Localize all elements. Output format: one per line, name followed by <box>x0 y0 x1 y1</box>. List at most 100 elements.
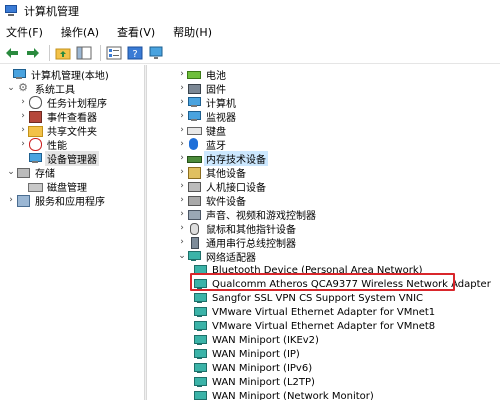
tree-item-label: 事件查看器 <box>47 112 97 124</box>
expand-arrow <box>18 151 28 165</box>
device-category-label: 鼠标和其他指针设备 <box>206 224 296 236</box>
expand-arrow[interactable]: › <box>177 67 187 81</box>
collapse-arrow[interactable]: ⌄ <box>6 81 16 95</box>
tree-item-event-viewer[interactable]: › 事件查看器 <box>18 109 99 124</box>
computer-icon <box>187 96 201 108</box>
tree-item-performance[interactable]: › 性能 <box>18 137 69 152</box>
up-level-button[interactable] <box>54 44 72 62</box>
shared-folder-icon <box>28 124 43 137</box>
network-adapter-item[interactable]: WAN Miniport (L2TP) <box>193 375 317 389</box>
tree-item-storage[interactable]: ⌄ 存储 <box>6 165 57 180</box>
menu-file[interactable]: 文件(F) <box>4 23 45 41</box>
expand-arrow[interactable]: › <box>177 221 187 235</box>
network-adapter-item[interactable]: Sangfor SSL VPN CS Support System VNIC <box>193 291 425 305</box>
tree-item-services-applications[interactable]: › 服务和应用程序 <box>6 193 107 208</box>
device-category-batteries[interactable]: › 电池 <box>177 67 228 82</box>
network-adapter-label: WAN Miniport (Network Monitor) <box>212 390 374 400</box>
expand-arrow[interactable]: › <box>177 235 187 249</box>
device-category-software-devices[interactable]: › 软件设备 <box>177 193 248 208</box>
speaker-icon <box>187 208 201 220</box>
device-category-mice[interactable]: › 鼠标和其他指针设备 <box>177 221 298 236</box>
computer-icon <box>12 68 26 80</box>
device-category-bluetooth[interactable]: › 蓝牙 <box>177 137 228 152</box>
network-adapter-label: WAN Miniport (IKEv2) <box>212 334 319 346</box>
device-tree: › 电池 › 固件 › 计算机 › 监视器 › 键盘 › 蓝牙 › 内存技术设备… <box>147 65 500 400</box>
tree-item-label: 设备管理器 <box>45 150 99 166</box>
network-adapter-icon <box>193 334 207 346</box>
expand-arrow[interactable]: › <box>177 179 187 193</box>
tools-icon: ⚙ <box>18 81 28 94</box>
tree-item-system-tools[interactable]: ⌄ ⚙ 系统工具 <box>6 81 77 96</box>
device-category-keyboards[interactable]: › 键盘 <box>177 123 228 138</box>
expand-arrow[interactable]: › <box>177 95 187 109</box>
device-category-label: 计算机 <box>206 98 236 110</box>
expand-arrow[interactable]: › <box>177 81 187 95</box>
expand-arrow[interactable]: › <box>177 151 187 165</box>
expand-arrow[interactable]: › <box>18 109 28 123</box>
network-adapter-item[interactable]: VMware Virtual Ethernet Adapter for VMne… <box>193 319 437 333</box>
properties-icon <box>106 46 122 59</box>
network-adapter-label: Sangfor SSL VPN CS Support System VNIC <box>212 292 424 304</box>
device-manager-icon <box>28 152 42 164</box>
show-hide-console-tree-button[interactable] <box>75 44 93 62</box>
tree-item-computer-management[interactable]: 计算机管理(本地) <box>2 67 111 82</box>
expand-arrow[interactable]: › <box>177 137 187 151</box>
scan-hardware-button[interactable] <box>147 44 165 62</box>
device-category-monitors[interactable]: › 监视器 <box>177 109 238 124</box>
device-category-hid[interactable]: › 人机接口设备 <box>177 179 268 194</box>
network-adapter-item[interactable]: VMware Virtual Ethernet Adapter for VMne… <box>193 305 437 319</box>
tree-item-device-manager[interactable]: 设备管理器 <box>18 150 99 166</box>
network-adapter-item[interactable]: WAN Miniport (Network Monitor) <box>193 389 376 400</box>
properties-button[interactable] <box>105 44 123 62</box>
tree-item-shared-folders[interactable]: › 共享文件夹 <box>18 123 99 138</box>
expand-arrow[interactable]: › <box>18 123 28 137</box>
tree-item-disk-management[interactable]: 磁盘管理 <box>18 179 89 194</box>
device-category-firmware[interactable]: › 固件 <box>177 81 228 96</box>
network-adapter-label: WAN Miniport (IPv6) <box>212 362 313 374</box>
expand-arrow[interactable]: › <box>177 109 187 123</box>
collapse-arrow[interactable]: ⌄ <box>177 249 187 263</box>
expand-arrow[interactable]: › <box>18 137 28 151</box>
expand-arrow[interactable]: › <box>177 165 187 179</box>
network-adapter-item[interactable]: WAN Miniport (IKEv2) <box>193 333 321 347</box>
network-adapter-icon <box>193 320 207 332</box>
forward-button[interactable] <box>24 44 42 62</box>
network-adapter-label: Qualcomm Atheros QCA9377 Wireless Networ… <box>212 278 491 290</box>
tree-item-label: 共享文件夹 <box>47 126 97 138</box>
expand-arrow[interactable]: › <box>177 207 187 221</box>
network-adapter-item[interactable]: WAN Miniport (IP) <box>193 347 302 361</box>
collapse-arrow[interactable]: ⌄ <box>6 165 16 179</box>
network-icon <box>187 250 201 262</box>
expand-arrow[interactable]: › <box>177 123 187 137</box>
menu-view[interactable]: 查看(V) <box>115 23 157 41</box>
device-category-other-devices[interactable]: › 其他设备 <box>177 165 248 180</box>
device-category-label: 通用串行总线控制器 <box>206 238 296 250</box>
network-adapter-item-wireless[interactable]: Qualcomm Atheros QCA9377 Wireless Networ… <box>193 277 493 291</box>
title-bar: 计算机管理 <box>0 0 500 22</box>
expand-arrow[interactable]: › <box>18 95 28 109</box>
device-category-memory-technology[interactable]: › 内存技术设备 <box>177 150 268 166</box>
folder-up-icon <box>55 48 71 59</box>
device-category-network-adapters[interactable]: ⌄ 网络适配器 <box>177 249 258 264</box>
expand-arrow[interactable]: › <box>177 193 187 207</box>
menu-help[interactable]: 帮助(H) <box>171 23 214 41</box>
monitor-icon <box>149 46 163 59</box>
device-category-computer[interactable]: › 计算机 <box>177 95 238 110</box>
tree-item-task-scheduler[interactable]: › 任务计划程序 <box>18 95 109 110</box>
software-device-icon <box>187 194 201 206</box>
expand-arrow[interactable]: › <box>6 193 16 207</box>
menu-action[interactable]: 操作(A) <box>59 23 101 41</box>
network-adapter-icon <box>193 292 207 304</box>
back-button[interactable] <box>3 44 21 62</box>
network-adapter-item[interactable]: WAN Miniport (IPv6) <box>193 361 314 375</box>
device-category-label: 软件设备 <box>206 196 246 208</box>
device-category-sound-video-game[interactable]: › 声音、视频和游戏控制器 <box>177 207 318 222</box>
device-category-usb-controllers[interactable]: › 通用串行总线控制器 <box>177 235 298 250</box>
device-category-label: 蓝牙 <box>206 140 226 152</box>
toolbar-separator <box>49 44 50 61</box>
battery-icon <box>187 68 201 80</box>
expand-arrow <box>2 67 12 81</box>
window-title: 计算机管理 <box>24 5 79 18</box>
network-adapter-item[interactable]: Bluetooth Device (Personal Area Network) <box>193 263 425 277</box>
help-button[interactable]: ? <box>126 44 144 62</box>
